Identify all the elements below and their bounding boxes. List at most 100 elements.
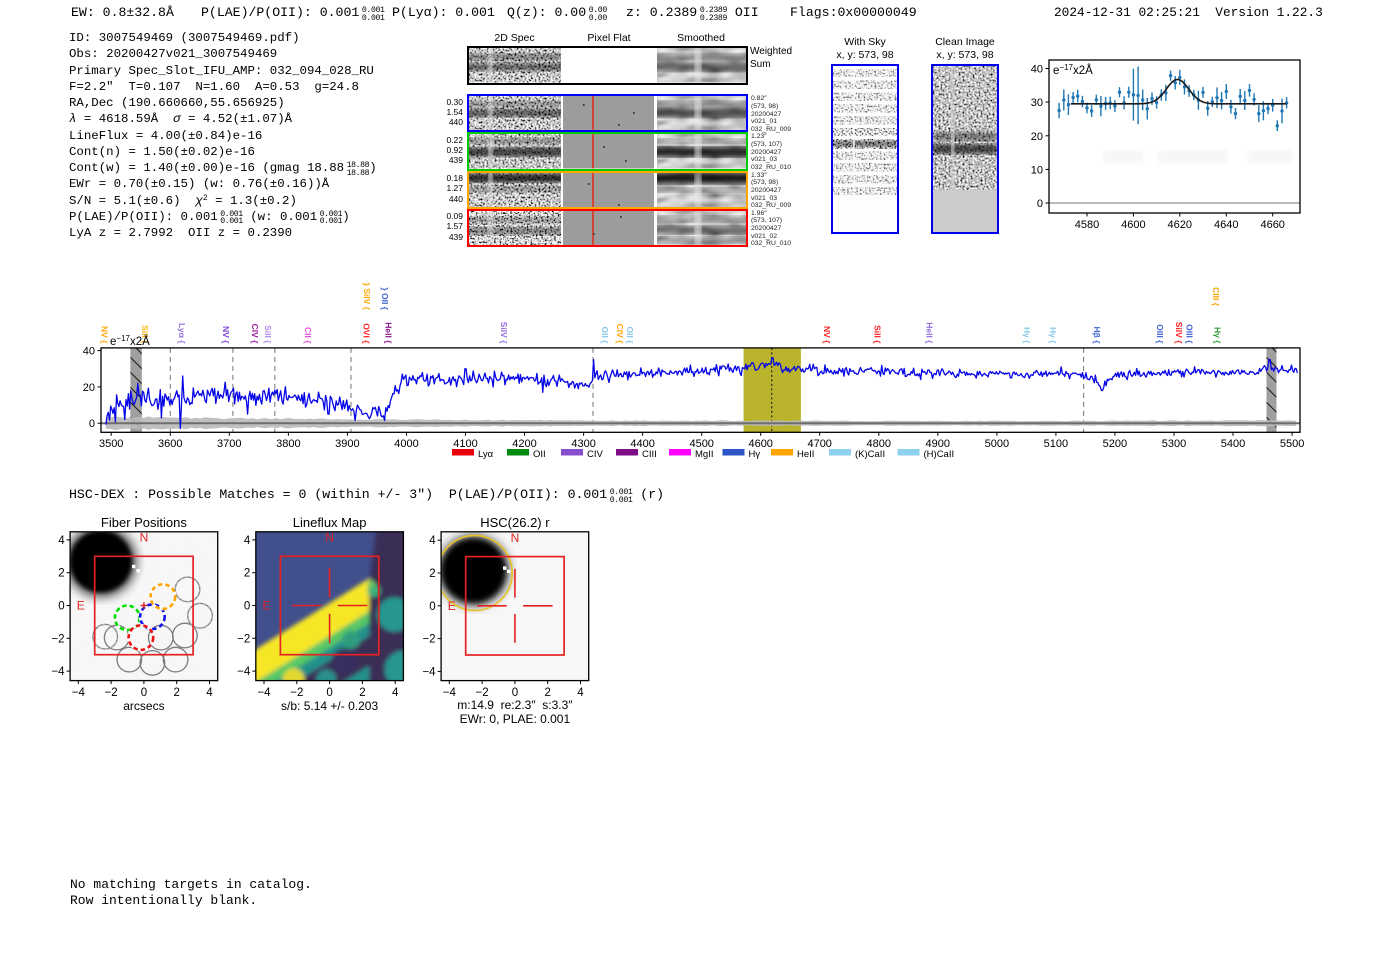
svg-text:−2: −2 [51, 633, 64, 645]
svg-text:(H)CaII: (H)CaII [924, 449, 955, 460]
svg-text:−4: −4 [51, 666, 65, 678]
svg-text:0: 0 [89, 418, 95, 430]
svg-text:−2: −2 [237, 633, 250, 645]
svg-text:4100: 4100 [453, 438, 477, 450]
svg-text:NV {: NV { [100, 326, 110, 344]
svg-text:CIII {: CIII { [1211, 287, 1221, 307]
svg-text:4660: 4660 [1260, 219, 1284, 231]
svg-text:E: E [77, 599, 85, 613]
svg-text:CIV {: CIV { [250, 324, 260, 345]
svg-text:−2: −2 [422, 634, 435, 646]
svg-text:E: E [448, 599, 456, 613]
svg-text:4300: 4300 [571, 438, 595, 450]
svg-text:m:14.9 re:2.3″ s:3.3″: m:14.9 re:2.3″ s:3.3″ [457, 698, 573, 712]
svg-text:0: 0 [1037, 198, 1043, 210]
svg-text:5400: 5400 [1221, 438, 1245, 450]
svg-text:Hβ {: Hβ { [1092, 327, 1102, 345]
svg-text:4600: 4600 [1121, 219, 1145, 231]
svg-text:−4: −4 [72, 687, 86, 699]
svg-text:s/b: 5.14 +/- 0.203: s/b: 5.14 +/- 0.203 [281, 699, 378, 713]
svg-text:HeII {: HeII { [384, 322, 394, 344]
svg-text:4500: 4500 [689, 438, 713, 450]
svg-text:OVI {: OVI { [362, 323, 372, 344]
svg-text:−2: −2 [290, 687, 303, 699]
svg-text:Hγ: Hγ [749, 449, 761, 460]
svg-text:SiII {: SiII { [873, 325, 883, 344]
svg-text:4000: 4000 [394, 438, 418, 450]
svg-text:SiII {: SiII { [263, 325, 273, 344]
svg-text:Hγ {: Hγ { [1213, 327, 1223, 344]
svg-text:N: N [511, 531, 520, 545]
svg-text:2: 2 [173, 687, 179, 699]
svg-text:arcsecs: arcsecs [123, 699, 164, 713]
svg-text:20: 20 [1031, 131, 1043, 143]
svg-text:Lyα {: Lyα { [177, 323, 187, 344]
svg-text:30: 30 [1031, 97, 1043, 109]
svg-text:HSC(26.2) r: HSC(26.2) r [480, 515, 550, 530]
svg-text:0: 0 [58, 601, 64, 613]
svg-text:4800: 4800 [867, 438, 891, 450]
svg-text:−2: −2 [105, 687, 118, 699]
svg-text:4400: 4400 [630, 438, 654, 450]
svg-text:e−17x2Å: e−17x2Å [1053, 63, 1093, 77]
svg-text:2: 2 [429, 568, 435, 580]
svg-text:N: N [325, 531, 334, 545]
svg-text:CII {: CII { [303, 327, 313, 344]
svg-text:CIV: CIV [587, 449, 604, 460]
svg-text:4640: 4640 [1214, 219, 1238, 231]
svg-text:4: 4 [206, 687, 213, 699]
svg-text:20: 20 [83, 382, 95, 394]
svg-text:} OII {: } OII { [380, 287, 390, 310]
svg-text:5300: 5300 [1162, 438, 1186, 450]
svg-text:10: 10 [1031, 164, 1043, 176]
svg-text:(K)CaII: (K)CaII [855, 449, 885, 460]
svg-text:N: N [140, 531, 149, 545]
svg-text:Fiber Positions: Fiber Positions [101, 515, 187, 530]
svg-text:SiIV {: SiIV { [1174, 322, 1184, 344]
svg-text:5200: 5200 [1103, 438, 1127, 450]
svg-text:OIII {: OIII { [1185, 324, 1195, 344]
svg-text:0: 0 [429, 601, 435, 613]
svg-text:5100: 5100 [1044, 438, 1068, 450]
svg-text:MgII: MgII [695, 449, 713, 460]
svg-text:OII {: OII { [625, 326, 635, 344]
svg-text:0: 0 [244, 601, 250, 613]
svg-text:0: 0 [326, 687, 332, 699]
svg-text:4700: 4700 [807, 438, 831, 450]
svg-text:4620: 4620 [1168, 219, 1192, 231]
svg-text:40: 40 [83, 346, 95, 358]
svg-text:−4: −4 [422, 666, 436, 678]
svg-text:3500: 3500 [99, 438, 123, 450]
svg-text:3800: 3800 [276, 438, 300, 450]
svg-text:NV {: NV { [822, 326, 832, 344]
svg-text:4600: 4600 [748, 438, 772, 450]
svg-text:CIV {: CIV { [615, 324, 625, 345]
svg-text:E: E [262, 599, 270, 613]
svg-text:4: 4 [577, 687, 584, 699]
svg-text:4: 4 [429, 535, 436, 547]
svg-text:EWr: 0, PLAE: 0.001: EWr: 0, PLAE: 0.001 [460, 712, 571, 726]
svg-text:2: 2 [244, 568, 250, 580]
svg-text:4: 4 [58, 535, 65, 547]
svg-text:−4: −4 [443, 687, 457, 699]
svg-text:HeII {: HeII { [925, 322, 935, 344]
svg-text:Hγ {: Hγ { [1022, 327, 1032, 344]
svg-text:−4: −4 [257, 687, 271, 699]
svg-text:e−17x2Å: e−17x2Å [110, 334, 150, 348]
svg-text:} SiIV {: } SiIV { [362, 283, 372, 311]
svg-text:Lineflux Map: Lineflux Map [293, 515, 367, 530]
svg-text:4: 4 [392, 687, 399, 699]
svg-text:0: 0 [141, 687, 147, 699]
svg-text:3600: 3600 [158, 438, 182, 450]
svg-text:4900: 4900 [926, 438, 950, 450]
svg-text:NV {: NV { [221, 326, 231, 344]
svg-text:2: 2 [58, 568, 64, 580]
svg-text:−4: −4 [237, 666, 251, 678]
svg-text:OII {: OII { [600, 326, 610, 344]
svg-text:HeII: HeII [797, 449, 814, 460]
svg-text:4200: 4200 [512, 438, 536, 450]
svg-text:4: 4 [244, 535, 251, 547]
svg-text:Lyα: Lyα [478, 449, 494, 460]
svg-text:5500: 5500 [1280, 438, 1304, 450]
svg-text:40: 40 [1031, 64, 1043, 76]
